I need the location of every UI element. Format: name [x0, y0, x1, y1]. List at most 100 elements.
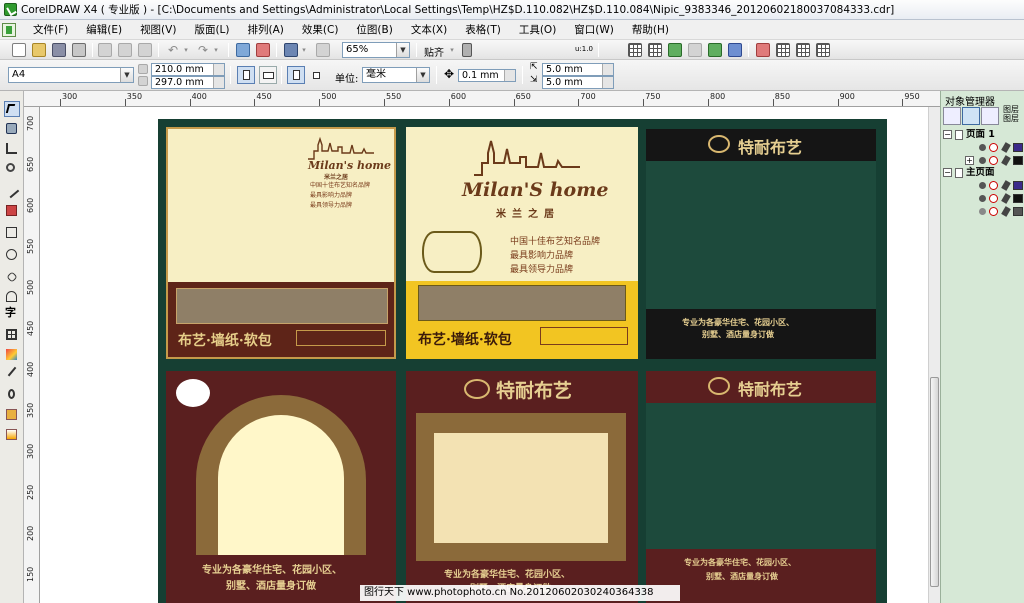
layer-manager-view-icon[interactable]	[981, 107, 999, 125]
copy-icon[interactable]	[118, 43, 132, 57]
transform-icon[interactable]	[816, 43, 830, 57]
undo-dropdown-icon[interactable]: ▾	[182, 43, 190, 57]
editable-pen-icon[interactable]	[1001, 180, 1011, 191]
show-properties-icon[interactable]	[943, 107, 961, 125]
landscape-button[interactable]	[259, 66, 277, 84]
menu-text[interactable]: 文本(X)	[402, 20, 456, 40]
ellipse-tool[interactable]	[4, 247, 20, 263]
printable-icon[interactable]	[989, 207, 998, 216]
horizontal-ruler[interactable]: 300 350 400 450 500 550 600 650 700 750 800 850 900 9…	[24, 91, 940, 107]
portrait-button[interactable]	[237, 66, 255, 84]
menu-tools[interactable]: 工具(O)	[510, 20, 565, 40]
editable-pen-icon[interactable]	[1001, 155, 1011, 166]
printable-icon[interactable]	[989, 143, 998, 152]
text-tool[interactable]: 字	[4, 307, 20, 323]
undo-icon[interactable]: ↶	[166, 43, 180, 57]
print-icon[interactable]	[72, 43, 86, 57]
paste-icon[interactable]	[138, 43, 152, 57]
menu-bitmaps[interactable]: 位图(B)	[347, 20, 401, 40]
edit-across-layers-icon[interactable]	[962, 107, 980, 125]
table-icon[interactable]	[776, 43, 790, 57]
distribute-icon[interactable]	[796, 43, 810, 57]
tree-page-1[interactable]: − 页面 1	[943, 129, 1023, 141]
layer-row[interactable]	[943, 142, 1023, 154]
chevron-down-icon[interactable]: ▼	[396, 43, 409, 57]
printable-icon[interactable]	[989, 181, 998, 190]
new-document-icon[interactable]	[12, 43, 26, 57]
snap-to-label[interactable]: 贴齐	[424, 44, 444, 59]
menu-file[interactable]: 文件(F)	[24, 20, 77, 40]
page-height-input[interactable]: 297.0 mm	[151, 76, 225, 89]
save-icon[interactable]	[52, 43, 66, 57]
design-panel-2[interactable]: Milan'S home 米兰之居 中国十佳布艺知名品牌 最具影响力品牌 最具领…	[406, 127, 638, 359]
printable-icon[interactable]	[989, 194, 998, 203]
snap-dropdown-icon[interactable]: ▾	[448, 43, 456, 57]
redo-dropdown-icon[interactable]: ▾	[212, 43, 220, 57]
launcher-dropdown-icon[interactable]: ▾	[300, 43, 308, 57]
freehand-tool[interactable]	[3, 182, 20, 199]
grid-icon[interactable]	[628, 43, 642, 57]
basic-shapes-tool[interactable]	[4, 289, 20, 305]
expand-icon[interactable]: +	[965, 156, 974, 165]
shape-tool[interactable]	[4, 121, 20, 137]
editable-pen-icon[interactable]	[1001, 193, 1011, 204]
snap-objects-icon[interactable]	[668, 43, 682, 57]
chevron-down-icon[interactable]: ▼	[120, 68, 133, 82]
menu-window[interactable]: 窗口(W)	[565, 20, 623, 40]
vertical-ruler[interactable]: 700 650 600 550 500 450 400 350 300 250 200 150	[24, 107, 40, 603]
menu-edit[interactable]: 编辑(E)	[77, 20, 131, 40]
nudge-distance-input[interactable]: 0.1 mm	[458, 69, 516, 82]
layer-row[interactable]	[943, 180, 1023, 192]
crop-tool[interactable]	[4, 141, 20, 157]
collapse-icon[interactable]: −	[943, 130, 952, 139]
view-manager-icon[interactable]	[728, 43, 742, 57]
cut-icon[interactable]	[98, 43, 112, 57]
design-panel-1[interactable]: Milan's home 米兰之居 中国十佳布艺知名品牌 最具影响力品牌 最具领…	[166, 127, 396, 359]
visibility-eye-icon[interactable]	[979, 208, 986, 215]
duplicate-distance-x-input[interactable]: 5.0 mm	[542, 63, 614, 76]
paper-size-combo[interactable]: A4 ▼	[8, 67, 134, 83]
design-artboard[interactable]: Milan's home 米兰之居 中国十佳布艺知名品牌 最具影响力品牌 最具领…	[158, 119, 887, 603]
eyedropper-tool[interactable]	[4, 366, 24, 383]
redo-icon[interactable]: ↷	[196, 43, 210, 57]
menu-layout[interactable]: 版面(L)	[185, 20, 238, 40]
units-combo[interactable]: 毫米 ▼	[362, 67, 430, 83]
color-palette-icon[interactable]	[756, 43, 770, 57]
all-pages-button[interactable]	[287, 66, 305, 84]
document-icon[interactable]	[2, 22, 16, 37]
design-panel-5[interactable]: 特耐布艺 专业为各豪华住宅、花园小区、 别墅、酒店量身订做	[406, 371, 638, 603]
menu-arrange[interactable]: 排列(A)	[239, 20, 293, 40]
chevron-down-icon[interactable]: ▼	[416, 68, 429, 82]
drawing-canvas[interactable]: Milan's home 米兰之居 中国十佳布艺知名品牌 最具影响力品牌 最具领…	[40, 107, 928, 603]
menu-effects[interactable]: 效果(C)	[293, 20, 348, 40]
layer-row[interactable]	[943, 206, 1023, 218]
import-icon[interactable]	[236, 43, 250, 57]
interactive-fill-tool[interactable]	[4, 427, 20, 443]
tree-master-page[interactable]: − 主页面	[943, 167, 1023, 179]
welcome-screen-icon[interactable]	[316, 43, 330, 57]
printable-icon[interactable]	[989, 156, 998, 165]
dynamic-guides-icon[interactable]	[688, 43, 702, 57]
open-folder-icon[interactable]	[32, 43, 46, 57]
application-launcher-icon[interactable]	[284, 43, 298, 57]
page-width-input[interactable]: 210.0 mm	[151, 63, 225, 76]
guidelines-icon[interactable]	[648, 43, 662, 57]
smart-fill-tool[interactable]	[4, 203, 20, 219]
zoom-tool[interactable]	[4, 161, 20, 177]
collapse-icon[interactable]: −	[943, 168, 952, 177]
table-tool[interactable]	[4, 327, 20, 343]
editable-pen-icon[interactable]	[1001, 142, 1011, 153]
visibility-eye-icon[interactable]	[979, 157, 986, 164]
rectangle-tool[interactable]	[4, 225, 20, 241]
zoom-level-combo[interactable]: 65% ▼	[342, 42, 410, 58]
design-panel-3[interactable]: 特耐布艺 专业为各豪华住宅、花园小区、 别墅、酒店量身订做	[646, 129, 876, 359]
menu-table[interactable]: 表格(T)	[456, 20, 510, 40]
menu-view[interactable]: 视图(V)	[131, 20, 185, 40]
visibility-eye-icon[interactable]	[979, 195, 986, 202]
interactive-blend-tool[interactable]	[4, 347, 20, 363]
polygon-tool[interactable]	[4, 269, 20, 285]
duplicate-distance-y-input[interactable]: 5.0 mm	[542, 76, 614, 89]
current-page-button[interactable]	[308, 66, 326, 84]
pick-tool[interactable]	[4, 101, 20, 117]
editable-pen-icon[interactable]	[1001, 206, 1011, 217]
